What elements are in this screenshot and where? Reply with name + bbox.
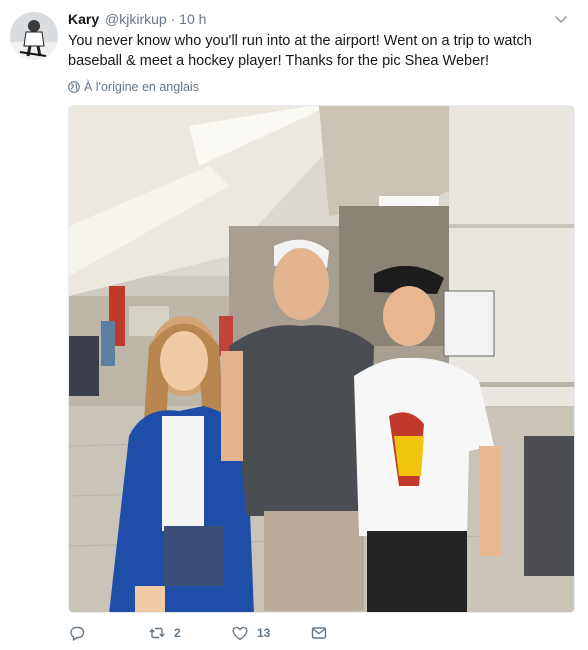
retweet-button[interactable]: 2: [148, 624, 181, 642]
avatar[interactable]: [10, 12, 58, 60]
tweet-actions: 2 13: [68, 624, 488, 644]
like-count: 13: [257, 626, 271, 640]
heart-icon: [232, 626, 248, 641]
envelope-icon: [311, 627, 327, 639]
user-handle[interactable]: @kjkirkup: [105, 11, 167, 27]
display-name[interactable]: Kary: [68, 11, 99, 27]
retweet-count: 2: [174, 626, 181, 640]
tweet-text: You never know who you'll run into at th…: [68, 33, 532, 69]
timestamp[interactable]: 10 h: [179, 11, 206, 27]
globe-icon: [68, 81, 80, 93]
like-button[interactable]: 13: [231, 624, 270, 642]
reply-button[interactable]: [68, 624, 86, 642]
translation-label: À l'origine en anglais: [84, 80, 199, 94]
tweet-header: Kary @kjkirkup · 10 h: [68, 10, 206, 28]
translation-note[interactable]: À l'origine en anglais: [68, 80, 199, 94]
direct-message-button[interactable]: [310, 624, 328, 642]
reply-icon: [70, 626, 85, 641]
chevron-down-icon[interactable]: [552, 10, 570, 28]
retweet-icon: [149, 627, 165, 639]
tweet: Kary @kjkirkup · 10 h You never know who…: [0, 0, 588, 650]
tweet-photo[interactable]: [68, 105, 575, 613]
separator: ·: [170, 11, 176, 27]
